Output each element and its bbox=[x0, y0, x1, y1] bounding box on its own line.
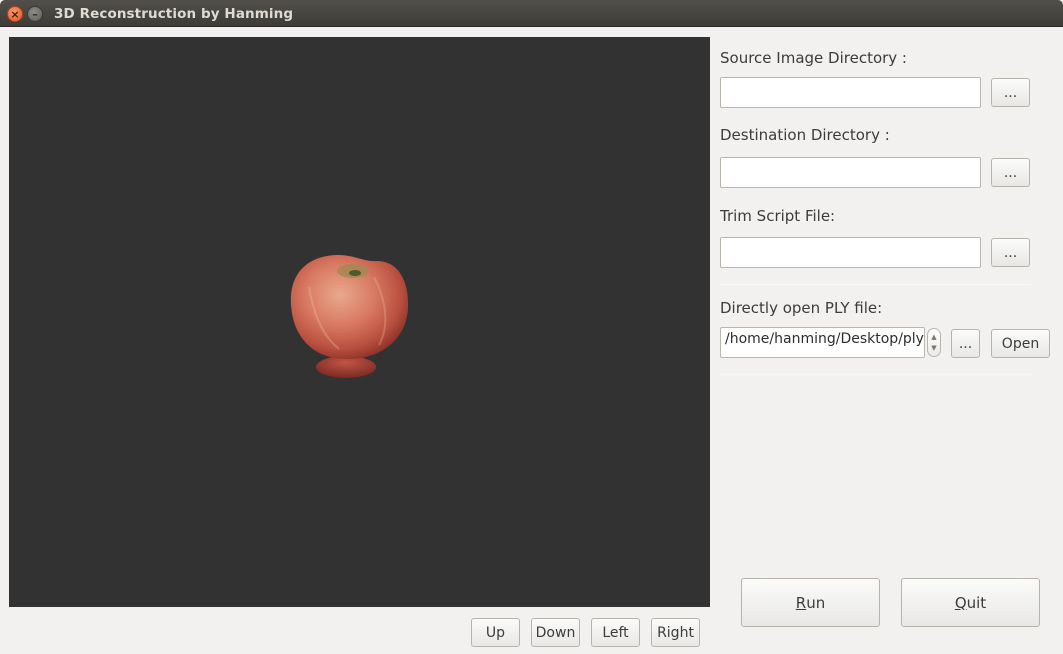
run-label: un bbox=[806, 593, 826, 612]
run-mnemonic: R bbox=[795, 593, 807, 612]
ply-scroll-spinner[interactable]: ▲ ▼ bbox=[927, 328, 941, 357]
destination-browse-button[interactable]: ... bbox=[991, 158, 1030, 187]
open-button[interactable]: Open bbox=[991, 329, 1050, 358]
ply-file-input[interactable]: /home/hanming/Desktop/plySample/Apple_as… bbox=[720, 327, 925, 358]
source-directory-label: Source Image Directory : bbox=[720, 49, 907, 67]
left-button[interactable]: Left bbox=[591, 618, 640, 647]
apple-model bbox=[290, 255, 409, 378]
down-button[interactable]: Down bbox=[531, 618, 580, 647]
ply-browse-button[interactable]: ... bbox=[951, 329, 980, 358]
title-bar: × – 3D Reconstruction by Hanming bbox=[0, 0, 1063, 27]
trim-script-label: Trim Script File: bbox=[720, 207, 836, 225]
up-arrow-icon[interactable]: ▲ bbox=[931, 333, 936, 341]
ply-file-label: Directly open PLY file: bbox=[720, 299, 883, 317]
source-browse-button[interactable]: ... bbox=[991, 78, 1030, 107]
3d-viewport[interactable] bbox=[9, 37, 710, 607]
destination-directory-input[interactable] bbox=[720, 157, 981, 188]
trim-script-input[interactable] bbox=[720, 237, 981, 268]
right-button[interactable]: Right bbox=[651, 618, 700, 647]
minimize-icon[interactable]: – bbox=[27, 6, 43, 22]
down-arrow-icon[interactable]: ▼ bbox=[931, 344, 936, 352]
separator bbox=[720, 284, 1031, 285]
up-button[interactable]: Up bbox=[471, 618, 520, 647]
run-button[interactable]: Run bbox=[741, 578, 880, 627]
quit-button[interactable]: Quit bbox=[901, 578, 1040, 627]
trim-browse-button[interactable]: ... bbox=[991, 238, 1030, 267]
window-title: 3D Reconstruction by Hanming bbox=[54, 6, 294, 22]
close-icon[interactable]: × bbox=[7, 6, 23, 22]
source-directory-input[interactable] bbox=[720, 77, 981, 108]
destination-directory-label: Destination Directory : bbox=[720, 126, 890, 144]
quit-label: uit bbox=[966, 593, 987, 612]
quit-mnemonic: Q bbox=[954, 593, 967, 612]
separator bbox=[720, 374, 1031, 375]
